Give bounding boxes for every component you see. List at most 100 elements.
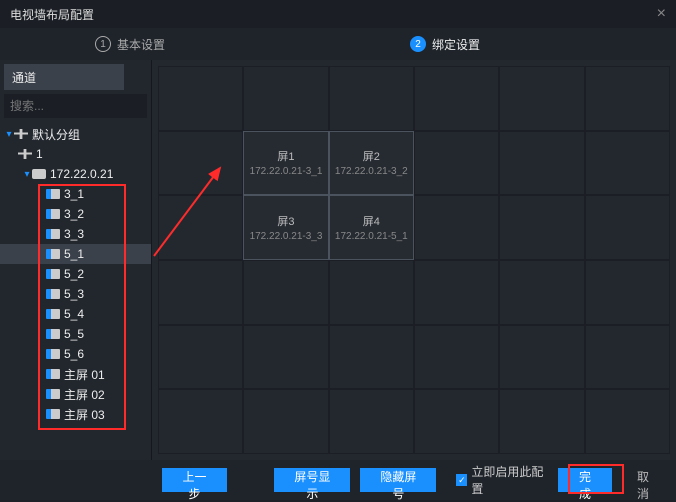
footer: 上一步 屏号显示 隐藏屏号 ✓ 立即启用此配置 完成 取消	[0, 460, 676, 500]
channel-icon	[46, 409, 60, 419]
grid-cell[interactable]	[158, 389, 243, 454]
tree-channel[interactable]: 主屏 02	[0, 384, 151, 404]
grid-cell[interactable]	[329, 66, 414, 131]
screen-binding: 172.22.0.21-3_3	[250, 231, 323, 242]
tree-label: 5_3	[64, 287, 84, 301]
step-basic[interactable]: 1 基本设置	[95, 36, 165, 53]
prev-button[interactable]: 上一步	[162, 468, 227, 492]
grid-cell[interactable]	[585, 260, 670, 325]
screen-title: 屏1	[277, 148, 294, 164]
tree-channel[interactable]: 5_6	[0, 344, 151, 364]
grid-cell[interactable]	[329, 260, 414, 325]
tree-subgroup[interactable]: 1	[0, 144, 151, 164]
hide-number-button[interactable]: 隐藏屏号	[360, 468, 436, 492]
tree-label: 5_1	[64, 247, 84, 261]
tree-root[interactable]: ▾ 默认分组	[0, 124, 151, 144]
tree-label: 3_1	[64, 187, 84, 201]
channel-icon	[46, 269, 60, 279]
grid-cell[interactable]	[585, 66, 670, 131]
tree-label: 主屏 01	[64, 366, 105, 383]
grid-cell[interactable]	[329, 389, 414, 454]
screen-title: 屏4	[363, 213, 380, 229]
tree-label: 主屏 02	[64, 386, 105, 403]
tree-channel[interactable]: 5_1	[0, 244, 151, 264]
screen-tile[interactable]: 屏4 172.22.0.21-5_1	[329, 195, 414, 260]
grid-cell[interactable]	[243, 389, 328, 454]
grid-cell[interactable]	[329, 325, 414, 390]
grid-cell[interactable]	[414, 195, 499, 260]
grid-cell[interactable]	[243, 66, 328, 131]
caret-down-icon[interactable]: ▾	[22, 169, 32, 180]
grid-cell[interactable]	[414, 325, 499, 390]
channel-icon	[46, 229, 60, 239]
tree-label: 5_4	[64, 307, 84, 321]
grid-cell[interactable]	[158, 195, 243, 260]
tree-label: 5_6	[64, 347, 84, 361]
screen-tile[interactable]: 屏2172.22.0.21-3_2	[329, 131, 414, 196]
tree-channel[interactable]: 主屏 01	[0, 364, 151, 384]
tree-channel[interactable]: 3_2	[0, 204, 151, 224]
tree-label: 5_2	[64, 267, 84, 281]
checkbox-label: 立即启用此配置	[471, 463, 548, 497]
grid-cell[interactable]	[243, 260, 328, 325]
apply-now-checkbox[interactable]: ✓ 立即启用此配置	[456, 463, 548, 497]
grid-cell[interactable]	[499, 260, 584, 325]
grid-cell[interactable]	[158, 325, 243, 390]
grid-cell[interactable]	[414, 389, 499, 454]
tree-device[interactable]: ▾ 172.22.0.21	[0, 164, 151, 184]
layout-grid[interactable]	[158, 66, 670, 454]
tree-label: 3_2	[64, 207, 84, 221]
grid-cell[interactable]	[499, 66, 584, 131]
grid-cell[interactable]	[585, 389, 670, 454]
grid-cell[interactable]	[414, 131, 499, 196]
tab-channel[interactable]: 通道	[4, 64, 124, 90]
grid-cell[interactable]	[414, 260, 499, 325]
tree-label: 172.22.0.21	[50, 167, 113, 181]
channel-icon	[46, 349, 60, 359]
device-icon	[32, 169, 46, 179]
tree-label: 5_5	[64, 327, 84, 341]
caret-down-icon[interactable]: ▾	[4, 129, 14, 140]
grid-cell[interactable]	[158, 66, 243, 131]
channel-icon	[46, 369, 60, 379]
grid-cell[interactable]	[499, 325, 584, 390]
grid-cell[interactable]	[243, 325, 328, 390]
search-input[interactable]	[4, 99, 171, 113]
cancel-button[interactable]: 取消	[622, 468, 664, 492]
grid-cell[interactable]	[585, 195, 670, 260]
grid-cell[interactable]	[499, 195, 584, 260]
tree-channel[interactable]: 5_3	[0, 284, 151, 304]
tree-channel[interactable]: 5_4	[0, 304, 151, 324]
finish-button[interactable]: 完成	[558, 468, 612, 492]
tree-channel[interactable]: 5_5	[0, 324, 151, 344]
grid-cell[interactable]	[158, 131, 243, 196]
step-number-icon: 2	[410, 36, 426, 52]
bound-screens: 屏1 172.22.0.21-3_1 屏2172.22.0.21-3_2屏3172.…	[243, 131, 414, 260]
screen-tile[interactable]: 屏1 172.22.0.21-3_1	[243, 131, 328, 196]
window-title: 电视墙布局配置	[10, 6, 657, 23]
show-number-button[interactable]: 屏号显示	[274, 468, 350, 492]
tree-channel[interactable]: 3_1	[0, 184, 151, 204]
grid-cell[interactable]	[585, 131, 670, 196]
close-icon[interactable]: ×	[657, 5, 666, 23]
grid-cell[interactable]	[585, 325, 670, 390]
grid-cell[interactable]	[158, 260, 243, 325]
tree-channel[interactable]: 3_3	[0, 224, 151, 244]
group-icon	[18, 149, 32, 159]
grid-cell[interactable]	[499, 389, 584, 454]
screen-binding: 172.22.0.21-5_1	[335, 231, 408, 242]
grid-cell[interactable]	[414, 66, 499, 131]
step-label: 绑定设置	[432, 36, 480, 53]
step-label: 基本设置	[117, 36, 165, 53]
titlebar: 电视墙布局配置 ×	[0, 0, 676, 28]
step-bind[interactable]: 2 绑定设置	[410, 36, 480, 53]
channel-icon	[46, 249, 60, 259]
grid-cell[interactable]	[499, 131, 584, 196]
tree-channel[interactable]: 主屏 03	[0, 404, 151, 424]
screen-binding: 172.22.0.21-3_1	[250, 166, 323, 177]
screen-tile[interactable]: 屏3172.22.0.21-3_3	[243, 195, 328, 260]
channel-tree: ▾ 默认分组 1 ▾ 172.22.0.21 3_1 3_2 3_3 5_1 5_2 5_…	[0, 124, 151, 460]
screen-title: 屏2	[363, 148, 380, 164]
step-bar: 1 基本设置 2 绑定设置	[0, 28, 676, 60]
tree-channel[interactable]: 5_2	[0, 264, 151, 284]
